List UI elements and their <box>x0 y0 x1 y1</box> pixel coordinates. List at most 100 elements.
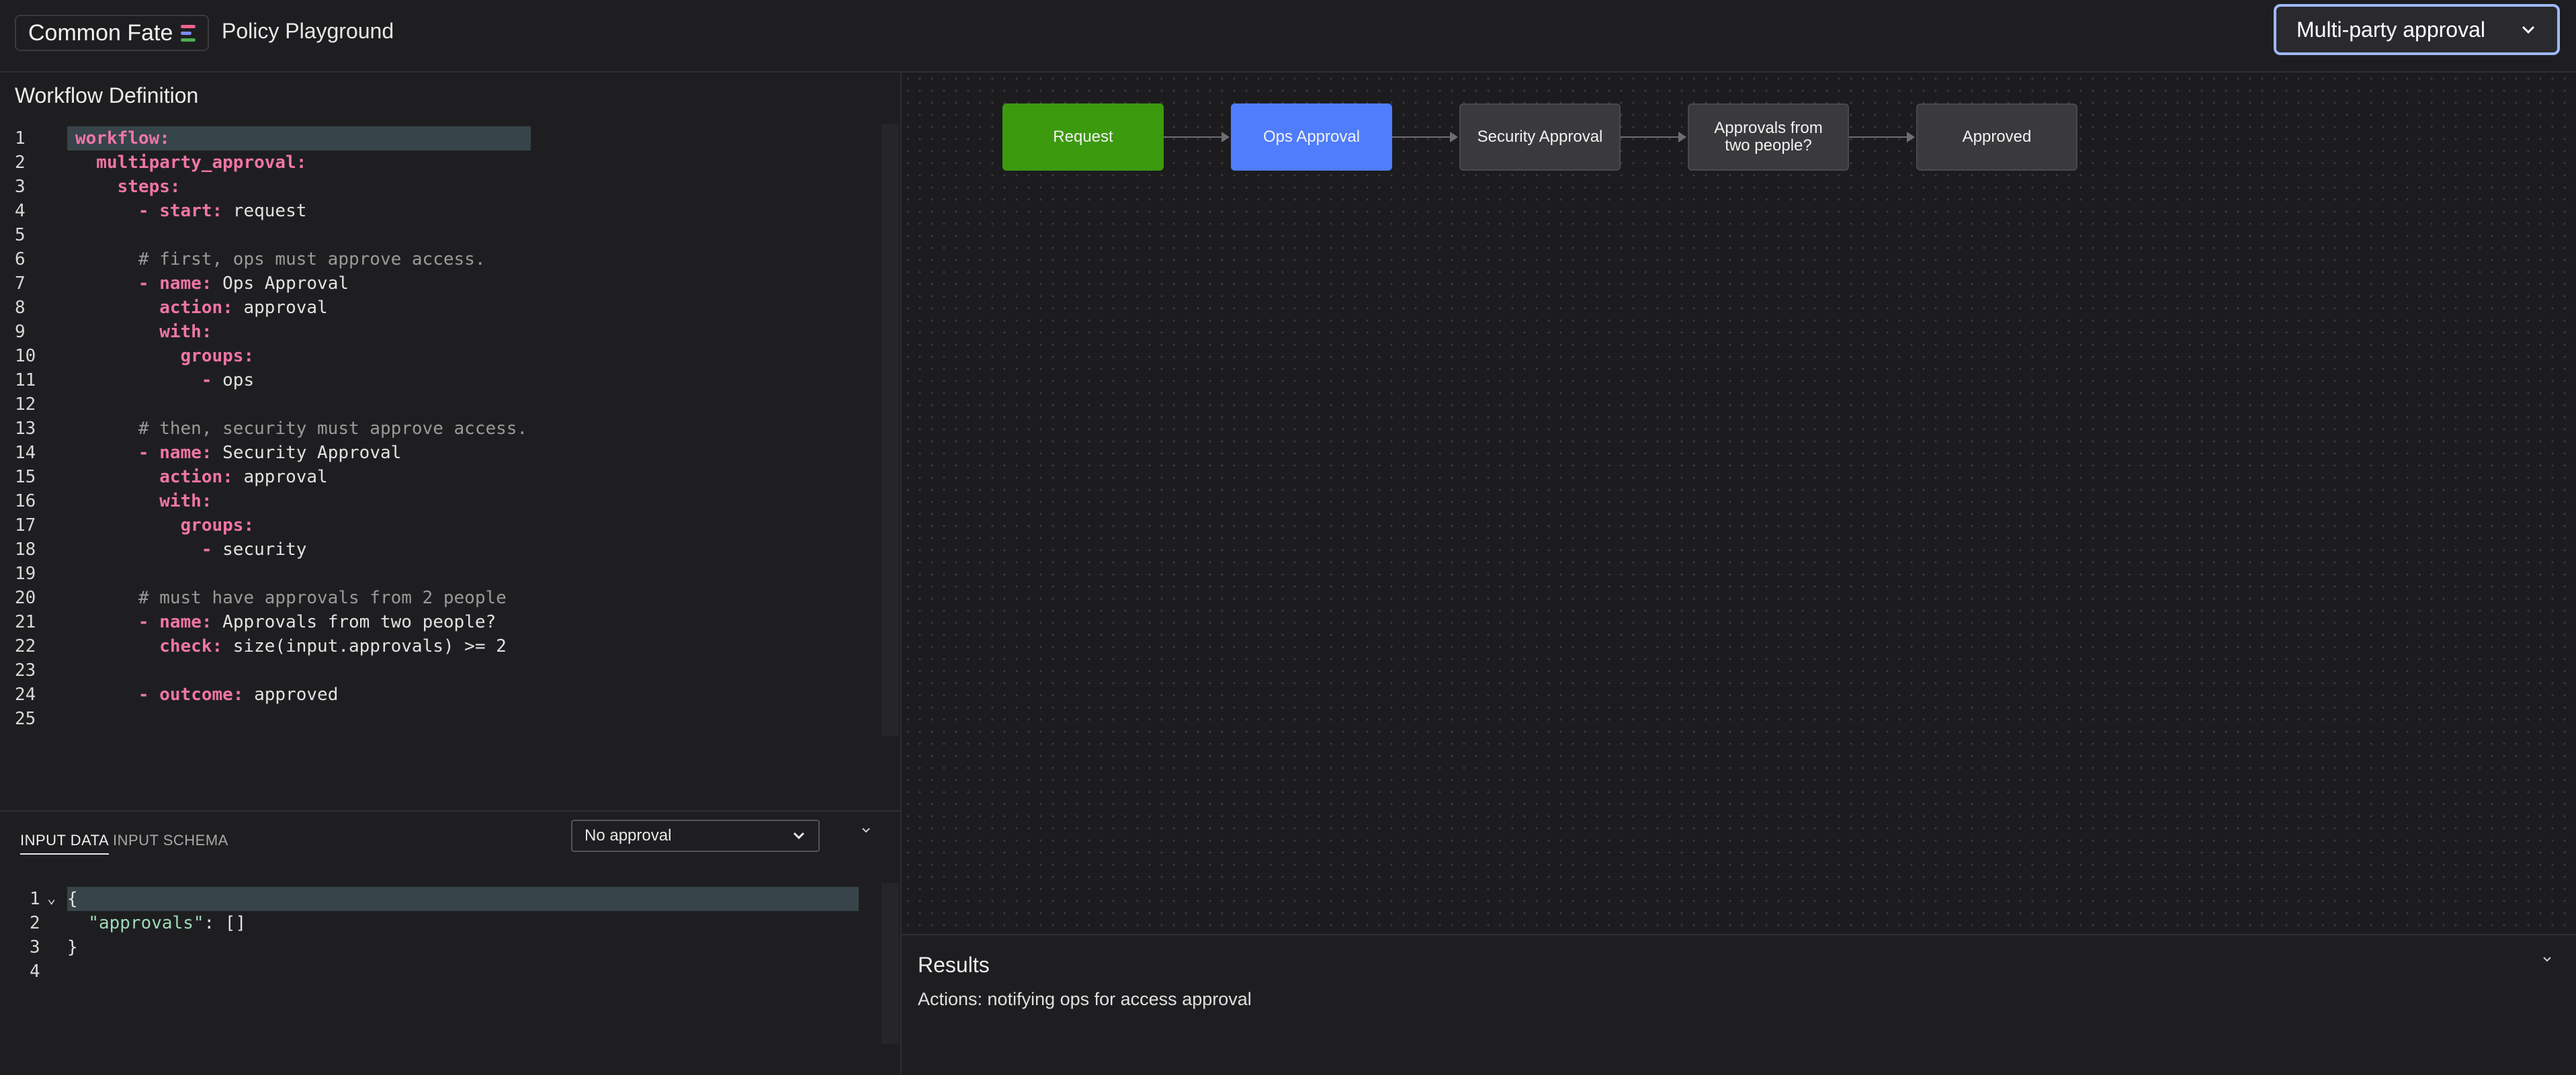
code-text: action: approval <box>75 296 328 320</box>
line-number: 2 <box>15 153 26 173</box>
flow-node-ops-approval[interactable]: Ops Approval <box>1231 103 1392 171</box>
code-token: name: <box>159 443 212 463</box>
flow-node-security-approval[interactable]: Security Approval <box>1459 103 1621 171</box>
line-number: 11 <box>15 370 36 390</box>
code-token: check: <box>75 636 223 656</box>
code-line: 19 <box>0 562 900 586</box>
flow-node-request[interactable]: Request <box>1002 103 1164 171</box>
flow-edge-arrow <box>1849 132 1915 142</box>
line-number: 16 <box>15 491 36 511</box>
flow-node-approvals-two-people[interactable]: Approvals from two people? <box>1688 103 1849 171</box>
code-token: Approvals from two people? <box>212 612 497 632</box>
code-text: workflow: <box>75 126 170 150</box>
code-line: 6 # first, ops must approve access. <box>0 247 900 271</box>
results-text: Actions: notifying ops for access approv… <box>918 989 1252 1009</box>
approval-scenario-select[interactable]: No approval <box>571 820 820 852</box>
tab-input-schema[interactable]: INPUT SCHEMA <box>113 832 228 849</box>
line-number: 8 <box>15 298 26 318</box>
code-line: 14 - name: Security Approval <box>0 441 900 465</box>
code-text: action: approval <box>75 465 327 489</box>
flow-node-label: Approved <box>1962 128 2032 146</box>
code-text: - ops <box>75 368 254 392</box>
code-token: approval <box>232 298 328 318</box>
results-panel: Results Actions: notifying ops for acces… <box>902 934 2576 1075</box>
collapse-chevron-icon[interactable] <box>2541 955 2553 963</box>
code-text: multiparty_approval: <box>75 150 306 175</box>
code-token: - <box>75 612 160 632</box>
editor-scrollbar[interactable] <box>882 124 899 736</box>
line-number: 4 <box>30 961 40 982</box>
code-token: steps: <box>75 177 181 197</box>
current-line-highlight <box>67 887 859 911</box>
code-token: # must have approvals from 2 people <box>75 588 507 608</box>
flow-node-label: Request <box>1053 128 1113 146</box>
flow-edge-arrow <box>1392 132 1458 142</box>
code-text: steps: <box>75 175 181 199</box>
code-line: 18 - security <box>0 538 900 562</box>
code-line: 15 action: approval <box>0 465 900 489</box>
code-text: groups: <box>75 344 255 368</box>
code-token: - <box>75 370 223 390</box>
code-token: outcome: <box>159 685 244 705</box>
tab-input-data[interactable]: INPUT DATA <box>20 832 110 855</box>
code-line: 13 # then, security must approve access. <box>0 417 900 441</box>
code-token: - <box>75 443 160 463</box>
chevron-down-icon <box>2522 26 2535 34</box>
code-line: 9 with: <box>0 320 900 344</box>
code-token: name: <box>159 612 212 632</box>
code-token: size(input.approvals) >= 2 <box>222 636 507 656</box>
code-line: 8 action: approval <box>0 296 900 320</box>
policy-select[interactable]: Multi-party approval <box>2274 4 2560 55</box>
code-token: groups: <box>75 515 255 535</box>
workflow-graph-canvas[interactable]: Request Ops Approval Security Approval Appr… <box>902 73 2576 934</box>
line-number: 19 <box>15 564 36 584</box>
code-token: - <box>75 540 223 560</box>
fold-chevron-icon[interactable]: ⌄ <box>47 887 56 911</box>
json-text: } <box>67 935 78 959</box>
code-token: groups: <box>75 346 255 366</box>
flow-edge-arrow <box>1621 132 1686 142</box>
code-line: 10 groups: <box>0 344 900 368</box>
code-token: request <box>222 201 307 221</box>
code-line: 25 <box>0 707 900 731</box>
json-scrollbar[interactable] <box>882 883 899 1044</box>
collapse-chevron-icon[interactable] <box>860 826 872 834</box>
code-token: - <box>75 273 160 294</box>
brand-mark-icon <box>181 24 196 42</box>
json-token: : [] <box>204 913 247 933</box>
code-text: # then, security must approve access. <box>75 417 527 441</box>
line-number: 12 <box>15 394 36 415</box>
line-number: 23 <box>15 660 36 681</box>
flow-edge-arrow <box>1164 132 1230 142</box>
code-token: action: <box>75 467 233 487</box>
json-text: { <box>67 887 78 911</box>
code-text: check: size(input.approvals) >= 2 <box>75 634 507 658</box>
code-text: - name: Ops Approval <box>75 271 349 296</box>
policy-select-value: Multi-party approval <box>2296 17 2485 42</box>
code-line: 4 - start: request <box>0 199 900 223</box>
flow-node-label: Approvals from two people? <box>1714 119 1823 155</box>
input-json-editor[interactable]: 1 ⌄ {2 "approvals": [] 3} 4 <box>0 887 900 1048</box>
line-number: 7 <box>15 273 26 294</box>
code-line: 20 # must have approvals from 2 people <box>0 586 900 610</box>
editor-panel: Workflow Definition 1 workflow: 2 multipar… <box>0 73 902 1074</box>
code-line: 24 - outcome: approved <box>0 683 900 707</box>
code-token: ops <box>222 370 255 390</box>
json-text: "approvals": [] <box>67 911 246 935</box>
brand-logo-button[interactable]: Common Fate <box>15 15 210 51</box>
line-number: 10 <box>15 346 36 366</box>
line-number: 13 <box>15 419 36 439</box>
code-text: - name: Approvals from two people? <box>75 610 496 634</box>
code-text: # must have approvals from 2 people <box>75 586 507 610</box>
line-number: 21 <box>15 612 36 632</box>
code-token: with: <box>75 491 212 511</box>
line-number: 14 <box>15 443 36 463</box>
code-token: # then, security must approve access. <box>75 419 528 439</box>
line-number: 4 <box>15 201 26 221</box>
line-number: 20 <box>15 588 36 608</box>
code-line: 21 - name: Approvals from two people? <box>0 610 900 634</box>
code-token: with: <box>75 322 212 342</box>
workflow-code-editor[interactable]: 1 workflow: 2 multiparty_approval: 3 steps:… <box>0 126 900 805</box>
flow-node-approved[interactable]: Approved <box>1916 103 2077 171</box>
code-line: 5 <box>0 223 900 247</box>
